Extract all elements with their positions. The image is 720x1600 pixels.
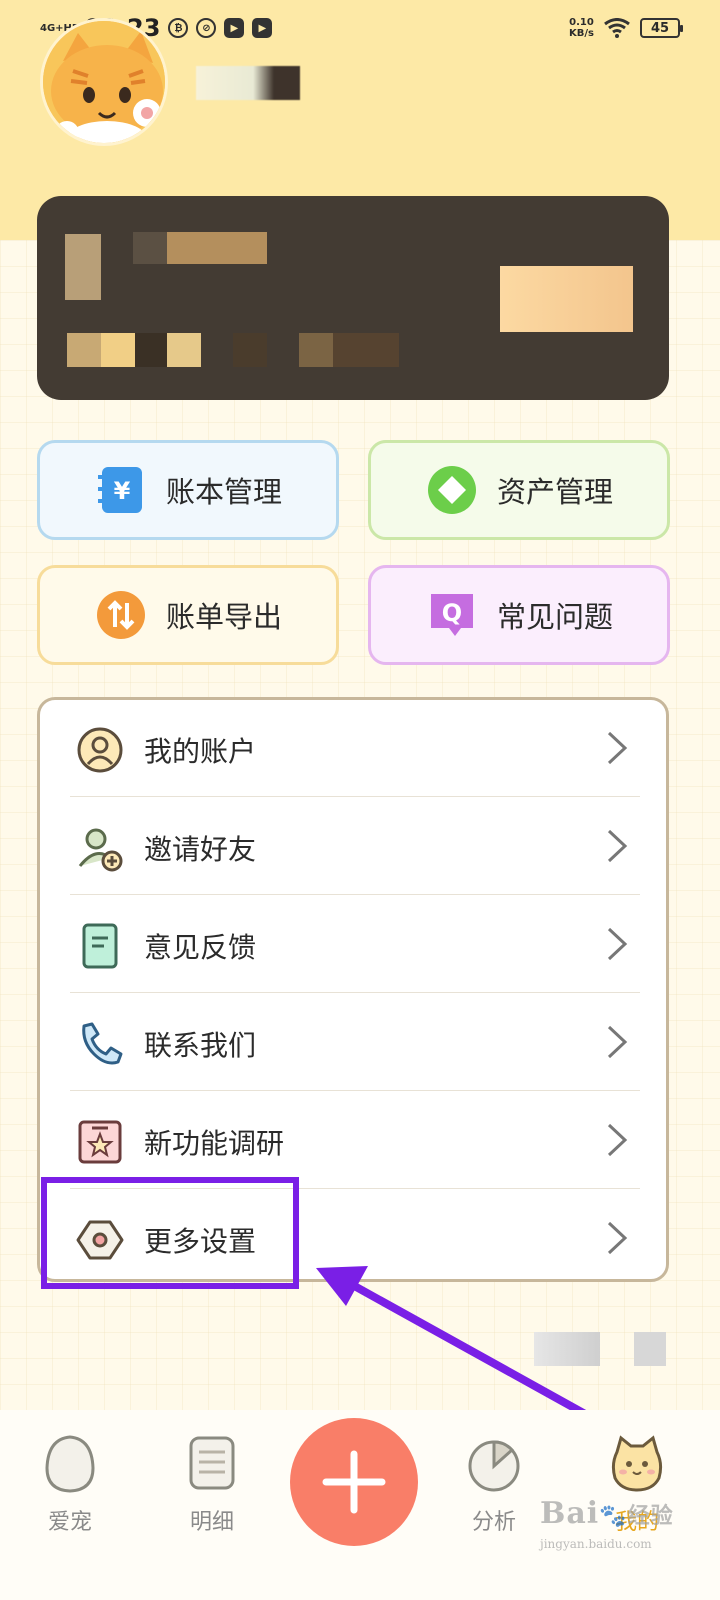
svg-text:Q: Q [442, 599, 462, 627]
nav-tab-analysis[interactable]: 分析 [449, 1434, 539, 1536]
menu-item-label: 新功能调研 [144, 1127, 285, 1160]
feedback-icon [82, 923, 118, 969]
menu-item-feedback[interactable]: 意见反馈 [40, 896, 666, 994]
assets-icon [427, 465, 477, 515]
card-subtext-redacted [67, 333, 101, 367]
version-text-redacted-2 [634, 1332, 666, 1366]
menu-item-label: 我的账户 [144, 735, 257, 768]
chevron-right-icon [607, 731, 628, 765]
nav-tab-pet[interactable]: 爱宠 [25, 1434, 115, 1536]
cat-avatar-icon [43, 21, 165, 143]
tile-asset-management[interactable]: 资产管理 [368, 440, 670, 540]
egg-icon [45, 1435, 95, 1493]
battery-indicator: 45 [640, 18, 683, 38]
tile-label: 常见问题 [497, 600, 614, 634]
wifi-icon [604, 18, 630, 38]
speed-unit: KB/s [569, 28, 594, 39]
menu-item-label: 意见反馈 [144, 931, 257, 964]
username-redacted [196, 66, 300, 100]
version-text-redacted [534, 1332, 600, 1366]
plus-icon [322, 1450, 386, 1514]
menu-item-invite-friends[interactable]: 邀请好友 [40, 798, 666, 896]
details-icon [189, 1436, 235, 1490]
tile-label: 账本管理 [166, 475, 283, 509]
divider [70, 1090, 640, 1091]
menu-item-contact-us[interactable]: 联系我们 [40, 994, 666, 1092]
phone-icon [82, 1022, 123, 1065]
svg-text:¥: ¥ [114, 477, 131, 505]
tile-ledger-management[interactable]: ¥ 账本管理 [37, 440, 339, 540]
card-subtext-redacted-6 [299, 333, 333, 367]
nav-label: 爱宠 [47, 1510, 92, 1535]
chevron-right-icon [607, 829, 628, 863]
user-icon [77, 727, 123, 773]
member-card[interactable] [37, 196, 669, 400]
watermark-url: jingyan.baidu.com [540, 1537, 652, 1551]
notification-app-icon: ₿ [168, 18, 189, 38]
paw-icon: 🐾 [599, 1503, 628, 1529]
cat-face-icon [611, 1435, 663, 1492]
nav-label: 分析 [471, 1510, 516, 1535]
faq-icon: Q [427, 590, 477, 640]
watermark-brand-text: Bai [540, 1496, 600, 1531]
watermark: Bai🐾经验 jingyan.baidu.com [540, 1496, 710, 1576]
nav-tab-details[interactable]: 明细 [167, 1434, 257, 1536]
watermark-brand-text-2: 经验 [627, 1503, 674, 1529]
menu-item-label: 邀请好友 [144, 833, 257, 866]
network-speed: 0.10 KB/s [569, 17, 594, 39]
play-notification-icon-2: ▶ [252, 18, 273, 38]
play-notification-icon: ▶ [224, 18, 245, 38]
menu-item-feature-survey[interactable]: 新功能调研 [40, 1092, 666, 1190]
card-text-redacted-2 [167, 232, 267, 264]
add-record-button[interactable] [290, 1418, 418, 1546]
divider [70, 796, 640, 797]
ledger-icon: ¥ [96, 465, 146, 515]
export-icon [96, 590, 146, 640]
divider [70, 894, 640, 895]
chevron-right-icon [607, 927, 628, 961]
tile-bill-export[interactable]: 账单导出 [37, 565, 339, 665]
card-button-redacted [500, 266, 633, 332]
chevron-right-icon [607, 1025, 628, 1059]
survey-icon [78, 1120, 122, 1164]
analysis-icon [468, 1440, 520, 1492]
tile-label: 资产管理 [497, 475, 614, 509]
chevron-right-icon [607, 1123, 628, 1157]
tile-label: 账单导出 [166, 600, 283, 634]
speed-value: 0.10 [569, 17, 594, 28]
link-notification-icon: ⊘ [196, 18, 217, 38]
menu-item-label: 联系我们 [144, 1029, 257, 1062]
card-text-redacted [133, 232, 167, 264]
divider [70, 992, 640, 993]
invite-friend-icon [78, 828, 123, 872]
card-subtext-redacted-7 [333, 333, 399, 367]
avatar[interactable] [40, 18, 168, 146]
card-subtext-redacted-3 [135, 333, 169, 367]
menu-item-my-account[interactable]: 我的账户 [40, 700, 666, 798]
chevron-right-icon [607, 1221, 628, 1255]
card-logo-redacted [65, 234, 101, 300]
watermark-brand: Bai🐾经验 [540, 1496, 710, 1531]
card-subtext-redacted-2 [101, 333, 135, 367]
highlight-annotation-box [41, 1177, 299, 1289]
card-subtext-redacted-4 [167, 333, 201, 367]
card-subtext-redacted-5 [233, 333, 267, 367]
nav-label: 明细 [189, 1510, 234, 1535]
tile-faq[interactable]: Q 常见问题 [368, 565, 670, 665]
